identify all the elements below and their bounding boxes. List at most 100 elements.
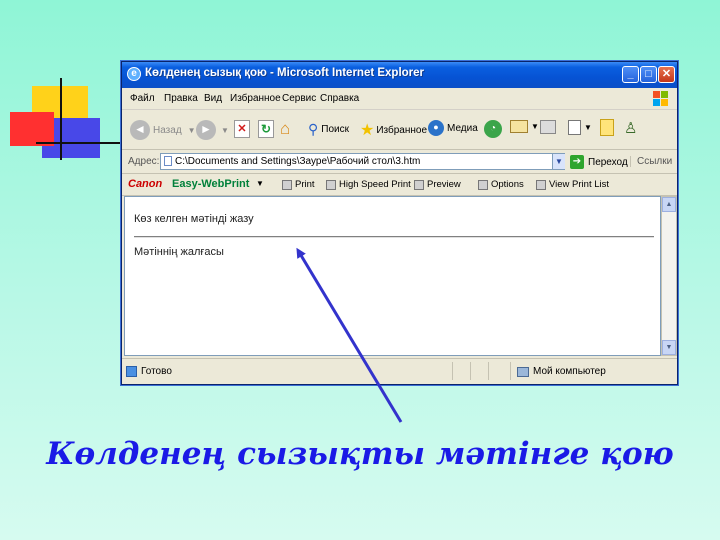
decorative-squares [0,0,126,170]
refresh-button[interactable]: ↻ [258,120,274,138]
canon-logo: Canon [128,178,163,190]
easy-webprint-dropdown-icon[interactable]: ▼ [256,179,264,188]
view-print-list-button[interactable]: View Print List [536,179,609,190]
note-icon [600,119,614,136]
preview-button[interactable]: Preview [414,179,461,190]
address-bar: Адрес: C:\Documents and Settings\Зауре\Р… [122,150,677,174]
status-divider [470,362,471,380]
stop-button[interactable]: ✕ [234,120,250,138]
close-button[interactable]: ✕ [658,66,675,83]
page-content: Көз келген мәтінді жазу Мәтіннің жалғасы [124,196,661,356]
minimize-button[interactable]: _ [622,66,639,83]
page-status-icon [126,366,137,377]
menu-edit[interactable]: Правка [164,93,198,104]
links-button[interactable]: Ссылки [630,156,672,167]
high-speed-print-button[interactable]: High Speed Print [326,179,411,190]
mail-button[interactable]: ▼ [510,120,539,133]
forward-arrow-icon: ► [196,120,216,140]
easy-webprint-menu[interactable]: Easy-WebPrint [172,178,249,190]
address-dropdown-button[interactable]: ▼ [552,154,565,169]
stop-icon: ✕ [234,120,250,138]
home-button[interactable]: ⌂ [280,119,290,139]
canon-print-label: Print [295,179,315,190]
high-speed-print-label: High Speed Print [339,179,411,190]
title-bar[interactable]: e Көлденең сызық қою - Microsoft Interne… [122,62,677,88]
vertical-line [60,78,62,160]
menu-help[interactable]: Справка [320,93,359,104]
favorites-button[interactable]: ★ Избранное [360,120,427,140]
print-list-icon [536,179,546,190]
standard-toolbar: ◄ Назад ▼ ► ▼ ✕ ↻ ⌂ ⚲ Поиск ★ Избранное … [122,110,677,150]
maximize-button[interactable]: □ [640,66,657,83]
discuss-button[interactable] [600,119,614,136]
back-button[interactable]: ◄ Назад ▼ [130,120,196,140]
go-label: Переход [588,156,628,168]
menu-favorites[interactable]: Избранное [230,93,281,104]
ie-window: e Көлденең сызық қою - Microsoft Interne… [121,61,678,385]
windows-logo-icon [653,91,669,107]
go-button[interactable]: ➔ Переход [570,155,628,169]
search-button[interactable]: ⚲ Поиск [308,121,349,138]
menu-bar: Файл Правка Вид Избранное Сервис Справка [122,88,677,110]
status-zone: Мой компьютер [517,366,606,377]
search-label: Поиск [321,124,349,135]
media-label: Медиа [447,122,478,134]
forward-button[interactable]: ► ▼ [196,120,229,140]
favorites-star-icon: ★ [360,122,375,139]
preview-label: Preview [427,179,461,190]
back-arrow-icon: ◄ [130,120,150,140]
menu-tools[interactable]: Сервис [282,93,316,104]
status-left-text: Готово [141,366,172,377]
history-icon: ◔ [484,120,502,138]
address-label: Адрес: [128,156,160,167]
edit-dropdown-icon: ▼ [584,123,592,132]
document-icon [164,156,172,166]
messenger-button[interactable]: ♙ [624,119,637,137]
edit-icon [568,120,581,135]
vertical-scrollbar[interactable]: ▲ ▼ [661,196,677,356]
scroll-up-button[interactable]: ▲ [662,197,676,212]
edit-button[interactable]: ▼ [568,120,592,135]
back-dropdown-icon: ▼ [187,125,196,135]
mail-dropdown-icon: ▼ [531,122,539,131]
messenger-icon: ♙ [624,120,638,137]
print-button[interactable] [540,120,556,134]
search-icon: ⚲ [308,121,319,137]
canon-toolbar: Canon Easy-WebPrint ▼ Print High Speed P… [122,174,677,196]
computer-icon [517,366,529,377]
print-icon [282,179,292,190]
view-print-list-label: View Print List [549,179,610,190]
favorites-label: Избранное [376,124,428,136]
status-right-text: Мой компьютер [533,366,606,377]
canon-print-button[interactable]: Print [282,179,315,190]
options-icon [478,179,488,190]
address-value: C:\Documents and Settings\Зауре\Рабочий … [175,156,421,167]
home-icon: ⌂ [280,119,291,138]
back-label: Назад [153,124,182,136]
high-speed-print-icon [326,179,336,190]
options-button[interactable]: Options [478,179,524,190]
forward-dropdown-icon: ▼ [221,125,229,135]
go-arrow-icon: ➔ [570,155,584,169]
slide-caption: Көлденең сызықты мәтінге қою [46,436,674,472]
horizontal-line [36,142,126,144]
scroll-down-button[interactable]: ▼ [662,340,676,355]
media-icon: ● [428,120,444,136]
address-input[interactable]: C:\Documents and Settings\Зауре\Рабочий … [160,153,565,170]
horizontal-rule [134,236,654,238]
menu-view[interactable]: Вид [204,93,222,104]
refresh-icon: ↻ [258,120,274,138]
status-divider [452,362,453,380]
mail-icon [510,120,528,133]
page-body-text: Мәтіннің жалғасы [134,246,224,258]
status-ready: Готово [126,366,172,377]
ie-logo-icon: e [127,67,141,81]
status-divider [488,362,489,380]
menu-file[interactable]: Файл [130,93,155,104]
media-button[interactable]: ● Медиа [428,120,478,136]
history-button[interactable]: ◔ [484,120,502,138]
printer-icon [540,120,556,134]
status-divider [510,362,511,380]
status-bar: Готово Мой компьютер [122,358,677,384]
preview-icon [414,179,424,190]
